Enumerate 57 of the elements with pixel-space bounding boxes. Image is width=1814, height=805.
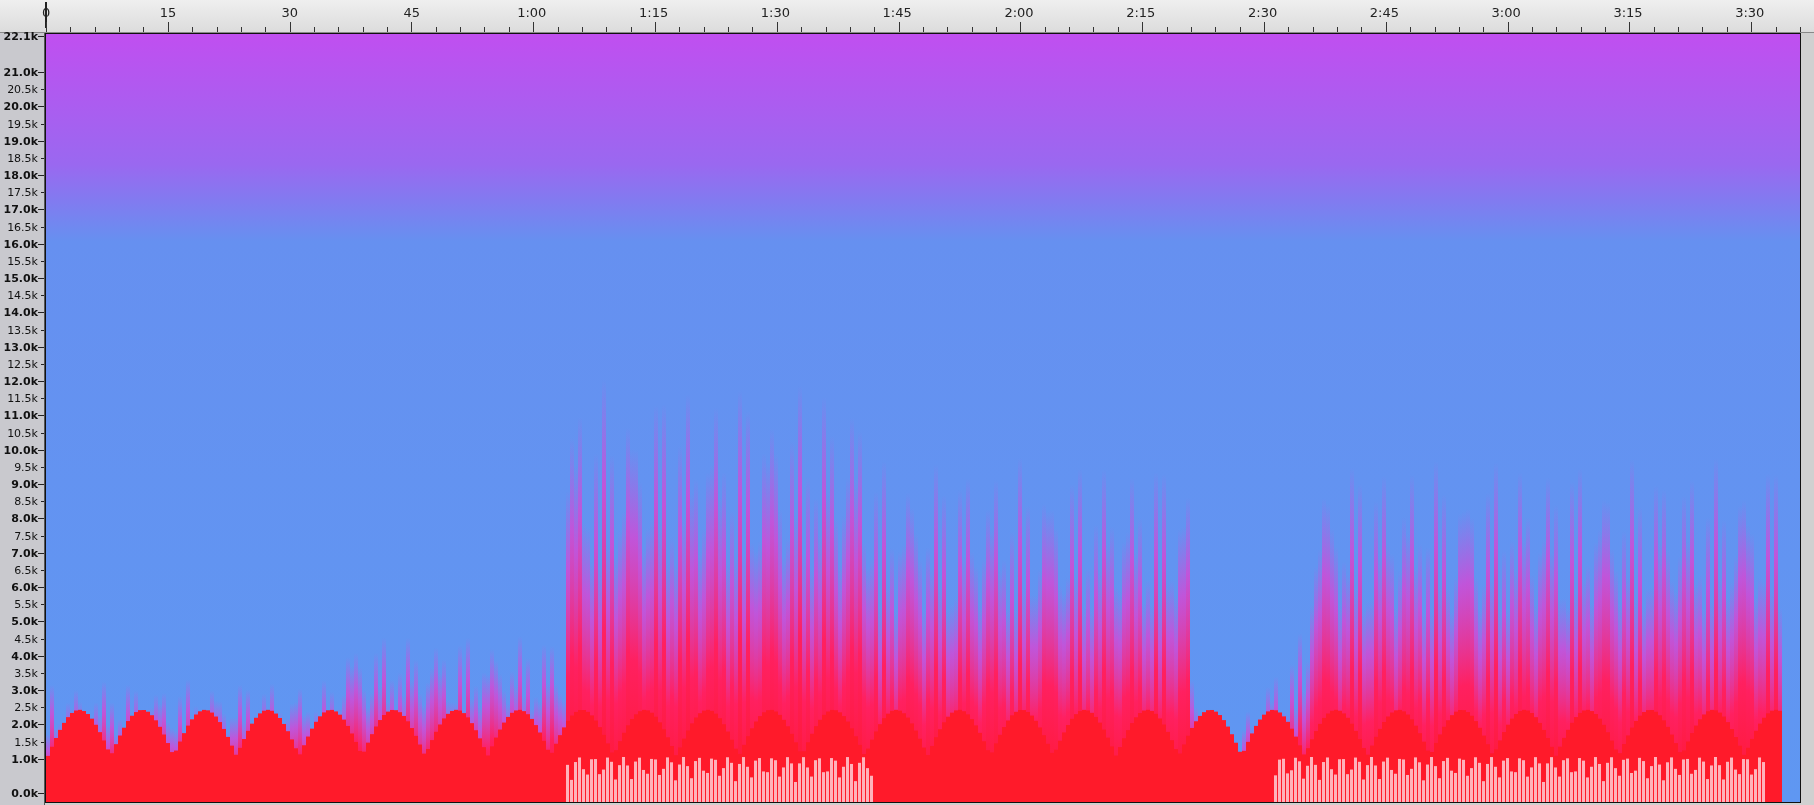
frequency-label: 6.0k — [11, 581, 38, 595]
frequency-label: 3.5k — [14, 666, 38, 680]
time-label: 1:15 — [639, 5, 669, 20]
frequency-label: 16.5k — [7, 220, 38, 234]
frequency-label: 2.5k — [14, 701, 38, 715]
frequency-label: 1.0k — [11, 752, 38, 766]
frequency-label: 18.5k — [7, 151, 38, 165]
frequency-label: 8.0k — [11, 512, 38, 526]
frequency-label: 7.5k — [14, 529, 38, 543]
time-label: 30 — [281, 5, 299, 20]
frequency-label: 19.5k — [7, 117, 38, 131]
frequency-label: 5.5k — [14, 598, 38, 612]
frequency-label: 18.0k — [3, 169, 38, 182]
frequency-label: 14.0k — [3, 306, 38, 320]
frequency-label: 20.0k — [3, 100, 38, 114]
frequency-label: 20.5k — [7, 83, 38, 97]
time-label: 3:30 — [1735, 5, 1765, 20]
time-label: 3:15 — [1613, 5, 1643, 20]
time-label: 3:00 — [1491, 5, 1521, 20]
time-label: 2:45 — [1369, 5, 1399, 20]
frequency-label: 0.0k — [11, 787, 38, 801]
frequency-label: 22.1k — [3, 30, 38, 43]
frequency-label: 2.0k — [11, 718, 38, 732]
frequency-label: 13.0k — [3, 340, 38, 354]
frequency-label: 12.5k — [7, 357, 38, 371]
frequency-label: 11.0k — [3, 409, 38, 423]
frequency-label: 4.0k — [11, 649, 38, 663]
time-label: 45 — [403, 5, 420, 20]
frequency-label: 4.5k — [14, 632, 38, 646]
frequency-label: 11.5k — [7, 392, 38, 406]
frequency-label: 15.5k — [7, 254, 38, 268]
time-label: 1:45 — [882, 5, 912, 20]
time-label: 1:30 — [760, 5, 790, 20]
time-label: 1:00 — [517, 5, 547, 20]
frequency-label: 21.0k — [3, 66, 38, 79]
time-label: 2:30 — [1248, 5, 1278, 20]
frequency-label: 10.5k — [7, 426, 38, 440]
frequency-label: 15.0k — [3, 272, 38, 286]
frequency-label: 16.0k — [3, 237, 38, 251]
frequency-label: 17.0k — [3, 203, 38, 217]
frequency-label: 5.0k — [11, 615, 38, 629]
frequency-label: 10.0k — [3, 443, 38, 457]
time-label: 15 — [159, 5, 177, 20]
frequency-label: 9.0k — [11, 478, 38, 492]
time-label: 2:00 — [1004, 5, 1034, 20]
time-label: 2:15 — [1126, 5, 1156, 20]
frequency-label: 7.0k — [11, 546, 38, 560]
frequency-label: 3.0k — [11, 684, 38, 698]
frequency-label: 6.5k — [14, 563, 38, 577]
frequency-label: 9.5k — [14, 460, 38, 474]
frequency-label: 14.5k — [7, 289, 38, 303]
frequency-label: 8.5k — [14, 495, 38, 509]
frequency-label: 17.5k — [7, 186, 38, 200]
frequency-label: 19.0k — [3, 134, 38, 148]
frequency-label: 13.5k — [7, 323, 38, 337]
frequency-label: 12.0k — [3, 375, 38, 389]
frequency-label: 1.5k — [14, 735, 38, 749]
